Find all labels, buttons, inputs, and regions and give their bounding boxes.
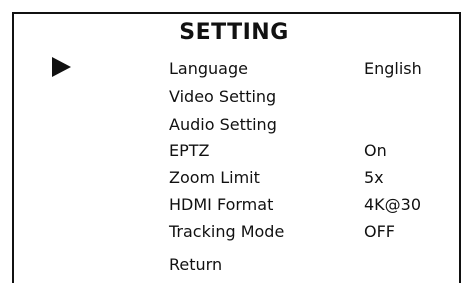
menu-item-hdmi-format[interactable]: HDMI Format 4K@30	[0, 193, 468, 217]
menu-item-value: English	[364, 59, 422, 78]
menu-item-audio-setting[interactable]: Audio Setting	[0, 113, 468, 137]
menu-item-value: On	[364, 141, 387, 160]
menu-item-zoom-limit[interactable]: Zoom Limit 5x	[0, 166, 468, 190]
menu-item-language[interactable]: Language English	[0, 57, 468, 81]
menu-item-label: Video Setting	[169, 87, 277, 106]
menu-item-value: 5x	[364, 168, 384, 187]
menu-item-label: Tracking Mode	[169, 222, 285, 241]
menu-item-value: 4K@30	[364, 195, 422, 214]
menu-item-label: Zoom Limit	[169, 168, 260, 187]
menu-item-label: Return	[169, 255, 223, 274]
menu-item-label: Audio Setting	[169, 115, 277, 134]
menu-item-eptz[interactable]: EPTZ On	[0, 139, 468, 163]
menu-item-label: HDMI Format	[169, 195, 274, 214]
menu-title: SETTING	[179, 20, 289, 45]
menu-item-label: EPTZ	[169, 141, 210, 160]
menu-item-video-setting[interactable]: Video Setting	[0, 85, 468, 109]
menu-item-return[interactable]: Return	[0, 253, 468, 277]
menu-item-label: Language	[169, 59, 248, 78]
menu-item-value: OFF	[364, 222, 395, 241]
menu-item-tracking-mode[interactable]: Tracking Mode OFF	[0, 220, 468, 244]
